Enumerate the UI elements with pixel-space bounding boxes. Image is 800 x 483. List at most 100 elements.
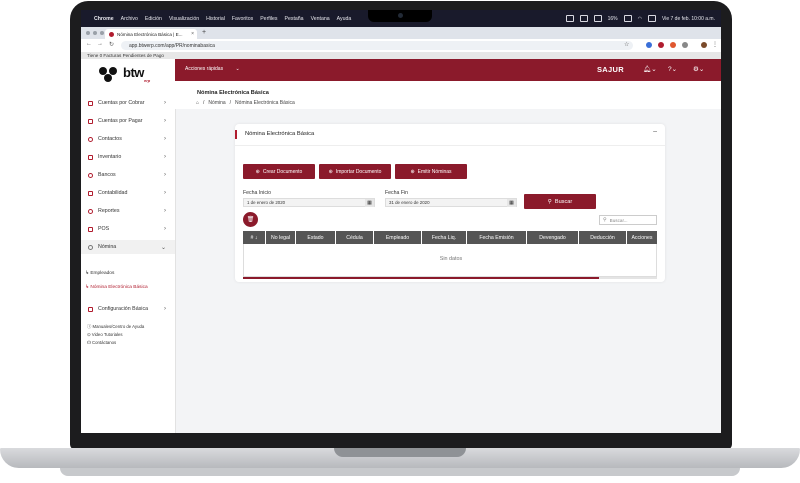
close-tab-icon[interactable]: × — [191, 31, 194, 37]
start-date-input[interactable]: 1 de enero de 2020 ▦ — [243, 198, 375, 207]
plus-circle-icon: ⊕ — [255, 168, 260, 175]
quick-actions-dropdown[interactable]: Acciones rápidas ⌄ — [185, 66, 240, 72]
column-header-deduccion[interactable]: Deducción — [579, 231, 627, 244]
help-videos-link[interactable]: ⊙ Video Tutoriales — [87, 332, 123, 338]
search-button[interactable]: ⚲ Buscar — [524, 194, 596, 209]
menu-ventana[interactable]: Ventana — [311, 16, 330, 22]
sidebar-subitem-nomina-basica[interactable]: ↳ Nómina Electrónica Básica — [85, 285, 148, 290]
search-icon: ⚲ — [603, 217, 607, 223]
card-title: Nómina Electrónica Básica — [245, 131, 315, 137]
forward-icon[interactable]: → — [97, 41, 103, 47]
import-document-button[interactable]: ⊕ Importar Documento — [319, 164, 391, 179]
logo-subtext: erp — [144, 78, 151, 83]
menu-edicion[interactable]: Edición — [145, 16, 162, 22]
browser-tab[interactable]: Nómina Electrónica Básica | E... × — [105, 29, 197, 39]
delete-button[interactable]: 🗑︎ — [243, 212, 258, 227]
extension-icon[interactable] — [646, 42, 652, 48]
sidebar-item-label: Cuentas por Pagar — [98, 118, 143, 124]
table-search-input[interactable]: ⚲ Buscar... — [599, 215, 657, 225]
column-header-number[interactable]: # ↓ — [243, 231, 266, 244]
url-text: app.btwerp.com/app/PR/nominabasica — [129, 42, 215, 49]
sidebar-item-cuentas-cobrar[interactable]: Cuentas por Cobrar › — [81, 96, 175, 110]
create-document-button[interactable]: ⊕ Crear Documento — [243, 164, 315, 179]
gear-icon[interactable]: ⚙⌄ — [693, 65, 704, 73]
menu-perfiles[interactable]: Perfiles — [260, 16, 277, 22]
calendar-icon[interactable]: ▦ — [365, 199, 374, 207]
end-date-input[interactable]: 31 de enero de 2020 ▦ — [385, 198, 517, 207]
btw-logo[interactable]: btw erp — [99, 65, 159, 83]
box-icon — [88, 154, 93, 160]
sidebar-item-bancos[interactable]: Bancos › — [81, 168, 175, 182]
status-icon[interactable] — [565, 15, 574, 22]
menu-favoritos[interactable]: Favoritos — [232, 16, 253, 22]
extensions-puzzle-icon[interactable] — [682, 42, 688, 48]
home-icon[interactable]: ⌂ — [196, 100, 199, 106]
sidebar-item-nomina[interactable]: Nómina ⌄ — [81, 240, 175, 254]
card-divider — [235, 145, 665, 146]
help-icon[interactable]: ?⌄ — [668, 65, 677, 73]
close-window-icon[interactable] — [86, 31, 90, 35]
status-icon[interactable] — [579, 15, 588, 22]
sidebar-item-contabilidad[interactable]: Contabilidad › — [81, 186, 175, 200]
status-icon[interactable] — [593, 15, 602, 22]
menu-app-name[interactable]: Chrome — [94, 16, 114, 22]
column-header-acciones[interactable]: Acciones — [627, 231, 657, 244]
column-header-devengado[interactable]: Devengado — [527, 231, 579, 244]
control-center-icon[interactable] — [647, 15, 656, 22]
search-icon: ⚲ — [547, 198, 552, 205]
sidebar-item-cuentas-pagar[interactable]: Cuentas por Pagar › — [81, 114, 175, 128]
menu-ayuda[interactable]: Ayuda — [337, 16, 352, 22]
scrollbar-thumb[interactable] — [243, 277, 600, 279]
maximize-window-icon[interactable] — [100, 31, 104, 35]
battery-percent: 16% — [607, 15, 618, 22]
calendar-icon[interactable]: ▦ — [507, 199, 516, 207]
window-controls — [86, 31, 104, 35]
back-icon[interactable]: ← — [86, 41, 92, 47]
sidebar-subitem-empleados[interactable]: ↳ Empleados — [85, 271, 114, 276]
wifi-icon[interactable]: ◠ — [638, 16, 642, 22]
bookmark-star-icon[interactable]: ☆ — [624, 41, 629, 48]
new-tab-icon[interactable]: + — [202, 29, 206, 36]
sidebar-item-configuracion[interactable]: Configuración Básica › — [81, 302, 175, 316]
app-header: Acciones rápidas ⌄ SAJUR 🔔︎⌄ ?⌄ ⚙⌄ — [175, 59, 721, 81]
menu-archivo[interactable]: Archivo — [121, 16, 138, 22]
column-header-fecha-emision[interactable]: Fecha Emisión — [467, 231, 527, 244]
sidebar-item-label: Inventario — [98, 154, 122, 160]
emit-payroll-button[interactable]: ⊕ Emitir Nóminas — [395, 164, 467, 179]
extension-icon[interactable] — [670, 42, 676, 48]
menu-pestana[interactable]: Pestaña — [285, 16, 304, 22]
table-scrollbar[interactable] — [243, 277, 657, 279]
profile-avatar[interactable] — [701, 42, 707, 48]
help-contact-link[interactable]: ☊ Contáctanos — [87, 340, 116, 346]
company-name[interactable]: SAJUR — [597, 65, 624, 74]
menu-visualizacion[interactable]: Visualización — [169, 16, 199, 22]
help-manuals-link[interactable]: ⓘ Manuales/Centro de Ayuda — [87, 324, 144, 330]
chevron-down-icon: ⌄ — [235, 66, 240, 72]
pending-invoices-bar: Tiene 0 Facturas Pendientes de Pago — [81, 52, 721, 59]
minimize-window-icon[interactable] — [93, 31, 97, 35]
column-header-fecha-liq[interactable]: Fecha Liq. — [422, 231, 467, 244]
sidebar-item-pos[interactable]: POS › — [81, 222, 175, 236]
collapse-icon[interactable]: – — [653, 128, 657, 135]
sort-icon: ↓ — [254, 234, 258, 241]
sidebar-item-label: Reportes — [98, 208, 120, 214]
sidebar-item-contactos[interactable]: Contactos › — [81, 132, 175, 146]
column-header-estado[interactable]: Estado — [296, 231, 336, 244]
column-header-empleado[interactable]: Empleado — [374, 231, 422, 244]
column-header-cedula[interactable]: Cédula — [336, 231, 374, 244]
column-header-no-legal[interactable]: No legal — [266, 231, 296, 244]
column-label: # — [250, 234, 254, 241]
address-bar[interactable]: app.btwerp.com/app/PR/nominabasica — [121, 41, 633, 50]
battery-icon[interactable] — [623, 15, 632, 22]
extension-icon[interactable] — [658, 42, 664, 48]
menubar-datetime[interactable]: Vie 7 de feb. 10:00 a.m. — [662, 16, 715, 22]
menu-historial[interactable]: Historial — [206, 16, 225, 22]
sidebar-item-label: POS — [98, 226, 110, 232]
browser-menu-icon[interactable]: ⋮ — [712, 41, 718, 48]
sidebar-item-reportes[interactable]: Reportes › — [81, 204, 175, 218]
laptop-opening-notch — [334, 448, 466, 457]
bell-icon[interactable]: 🔔︎⌄ — [643, 65, 657, 73]
breadcrumb-nomina[interactable]: Nómina — [208, 100, 225, 106]
reload-icon[interactable]: ↻ — [109, 41, 114, 48]
sidebar-item-inventario[interactable]: Inventario › — [81, 150, 175, 164]
